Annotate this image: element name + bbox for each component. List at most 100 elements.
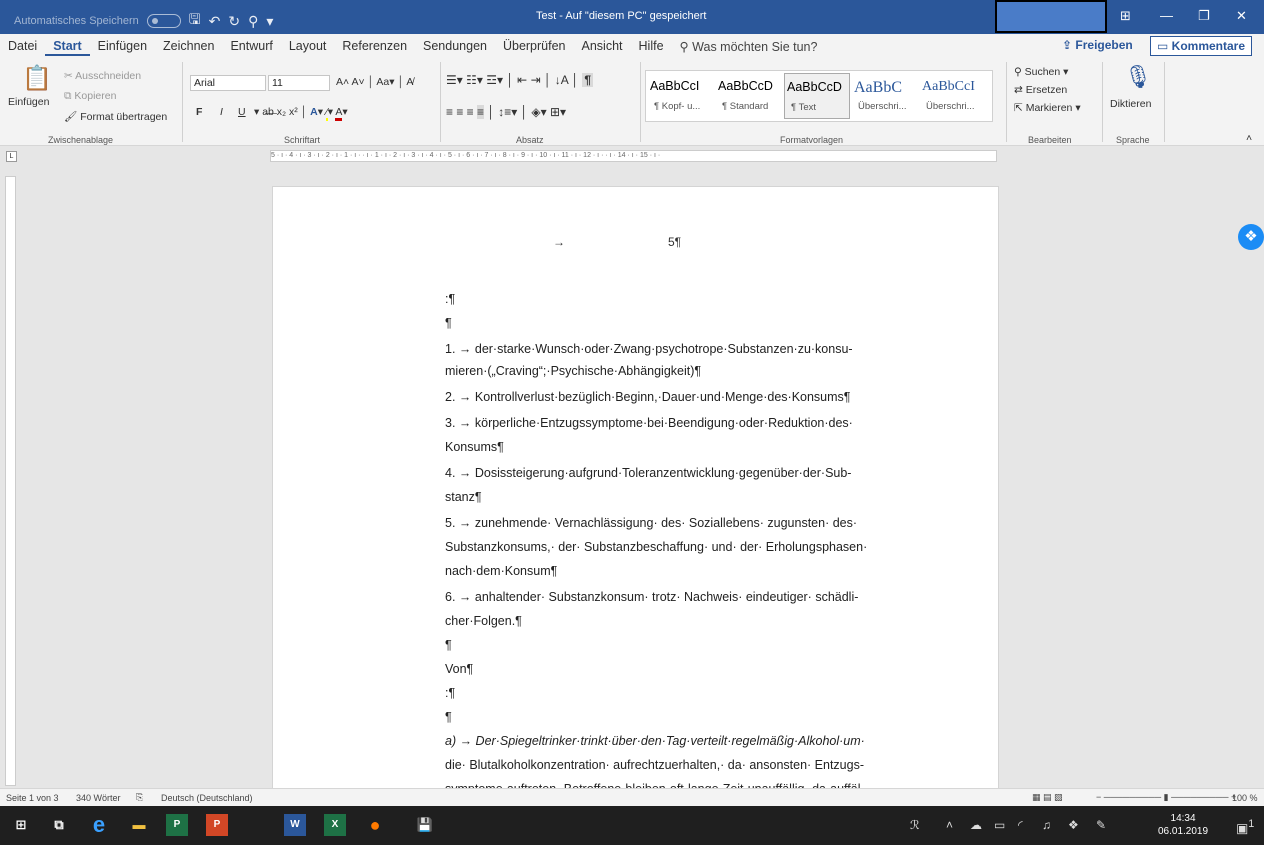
document-page[interactable]: → 5¶ :¶ ¶ 1. → der·starke·Wunsch·oder·Zw…: [272, 186, 999, 788]
dictate-button[interactable]: Diktieren: [1110, 98, 1151, 110]
pen-icon[interactable]: ✎: [1096, 818, 1106, 832]
replace-button[interactable]: ⇄ Ersetzen: [1014, 84, 1067, 96]
language-indicator[interactable]: Deutsch (Deutschland): [161, 793, 253, 803]
paragraph-line[interactable]: 4. → Dosissteigerung·aufgrund·Toleranzen…: [445, 461, 905, 485]
tab-hilfe[interactable]: Hilfe: [631, 39, 672, 53]
tab-referenzen[interactable]: Referenzen: [334, 39, 415, 53]
file-explorer-icon[interactable]: ▬: [128, 814, 150, 836]
zoom-level[interactable]: 100 %: [1232, 793, 1258, 803]
restore-icon[interactable]: ❐: [1198, 8, 1210, 24]
paragraph-line[interactable]: 3. → körperliche·Entzugssymptome·bei·Bee…: [445, 411, 905, 435]
copy-button[interactable]: ⧉ Kopieren: [64, 90, 116, 103]
underline-button[interactable]: U: [238, 106, 246, 118]
paragraph-line[interactable]: mieren·(„Craving“;·Psychische·Abhängigke…: [445, 359, 905, 383]
word-icon[interactable]: W: [284, 814, 306, 836]
task-view-icon[interactable]: ⧉: [48, 814, 70, 836]
tray-chevron-icon[interactable]: ˄: [946, 818, 953, 832]
wifi-icon[interactable]: ◜: [1018, 818, 1023, 832]
floppy-app-icon[interactable]: 💾: [414, 814, 436, 836]
paragraph-line[interactable]: 2. → Kontrollverlust·bezüglich·Beginn,·D…: [445, 385, 905, 409]
dropbox-tray-icon[interactable]: ❖: [1068, 818, 1079, 832]
battery-icon[interactable]: ▭: [994, 818, 1005, 832]
style-heading2[interactable]: AaBbCcI Überschri...: [920, 73, 986, 119]
comments-button[interactable]: ▭ Kommentare: [1150, 36, 1253, 56]
paragraph-line[interactable]: cher·Folgen.¶: [445, 609, 905, 633]
font-name-select[interactable]: Arial: [190, 75, 266, 91]
project-icon[interactable]: P: [166, 814, 188, 836]
ruler-scale[interactable]: 5 · ı · 4 · ı · 3 · ı · 2 · ı · 1 · ı · …: [270, 150, 997, 162]
volume-icon[interactable]: ♫: [1042, 818, 1051, 832]
paragraph-line[interactable]: a) → Der·Spiegeltrinker·trinkt·über·den·…: [445, 729, 905, 753]
style-standard[interactable]: AaBbCcD ¶ Standard: [716, 73, 782, 119]
format-painter-button[interactable]: 🖌 Format übertragen: [64, 110, 167, 123]
redo-icon[interactable]: ↻: [228, 13, 240, 30]
paragraph-line[interactable]: Von¶: [445, 657, 905, 681]
people-icon[interactable]: ℛ: [910, 818, 920, 832]
style-text[interactable]: AaBbCcD ¶ Text: [784, 73, 850, 119]
account-box[interactable]: [995, 0, 1107, 33]
excel-icon[interactable]: X: [324, 814, 346, 836]
alignment-buttons[interactable]: ≡ ≡ ≡ ≡ │ ↕≡▾ │ ◈▾ ⊞▾: [446, 105, 566, 119]
select-button[interactable]: ⇱ Markieren ▾: [1014, 102, 1081, 114]
microphone-icon[interactable]: 🎙: [1124, 64, 1152, 90]
paragraph-line[interactable]: 5. → zunehmende· Vernachlässigung· des· …: [445, 511, 905, 535]
minimize-icon[interactable]: —: [1160, 8, 1173, 23]
paragraph-line[interactable]: ¶: [445, 311, 905, 335]
paragraph-line[interactable]: ¶: [445, 633, 905, 657]
font-size-select[interactable]: 11: [268, 75, 330, 91]
paragraph-line[interactable]: :¶: [445, 287, 905, 311]
tab-sendungen[interactable]: Sendungen: [415, 39, 495, 53]
taskbar-clock[interactable]: 14:34 06.01.2019: [1158, 812, 1208, 838]
firefox-icon[interactable]: ●: [364, 814, 386, 836]
paragraph-line[interactable]: :¶: [445, 681, 905, 705]
zoom-slider[interactable]: − ───────── ▮ ───────── +: [1096, 792, 1236, 803]
tab-datei[interactable]: Datei: [0, 39, 45, 53]
view-buttons[interactable]: ▦ ▤ ▧: [1032, 792, 1063, 803]
italic-button[interactable]: I: [220, 106, 223, 118]
search-button[interactable]: ⚲ Suchen ▾: [1014, 66, 1068, 78]
tab-zeichnen[interactable]: Zeichnen: [155, 39, 222, 53]
bold-button[interactable]: F: [196, 106, 202, 118]
paragraph-line[interactable]: Substanzkonsums,· der· Substanzbeschaffu…: [445, 535, 905, 559]
collapse-ribbon-icon[interactable]: ˄: [1246, 132, 1252, 144]
paragraph-line[interactable]: ¶: [445, 705, 905, 729]
tab-ueberpruefen[interactable]: Überprüfen: [495, 39, 574, 53]
tab-selector[interactable]: L: [6, 151, 17, 162]
paste-icon[interactable]: 📋: [22, 64, 52, 93]
style-heading1[interactable]: AaBbC Überschri...: [852, 73, 918, 119]
cloud-icon[interactable]: ☁: [970, 818, 982, 832]
autosave-toggle[interactable]: [146, 14, 181, 28]
word-count[interactable]: 340 Wörter: [76, 793, 121, 803]
windows-start-icon[interactable]: ⊞: [10, 814, 32, 836]
powerpoint-icon[interactable]: P: [206, 814, 228, 836]
notification-center-icon[interactable]: ▣1: [1236, 818, 1254, 836]
paste-button[interactable]: Einfügen: [8, 96, 49, 108]
tab-layout[interactable]: Layout: [281, 39, 335, 53]
font-size-buttons[interactable]: A˄ A˅ │ Aa▾ │ A̸: [336, 76, 413, 88]
style-kopf[interactable]: AaBbCcI ¶ Kopf- u...: [648, 73, 714, 119]
tell-me-search[interactable]: ⚲ Was möchten Sie tun?: [672, 39, 826, 54]
tab-start[interactable]: Start: [45, 36, 90, 56]
close-icon[interactable]: ✕: [1236, 8, 1247, 24]
paragraph-line[interactable]: Konsums¶: [445, 435, 905, 459]
share-button[interactable]: ⇪ Freigeben: [1062, 38, 1133, 52]
page-count[interactable]: Seite 1 von 3: [6, 793, 59, 803]
save-icon[interactable]: 🖫: [189, 9, 201, 33]
paragraph-line[interactable]: 6. → anhaltender· Substanzkonsum· trotz·…: [445, 585, 905, 609]
dropbox-icon[interactable]: ❖: [1238, 224, 1264, 250]
proofing-icon[interactable]: ⎘: [136, 792, 143, 803]
paragraph-line[interactable]: symptome·auftreten.·Betroffene·bleiben·o…: [445, 777, 905, 788]
paragraph-line[interactable]: nach·dem·Konsum¶: [445, 559, 905, 583]
edge-icon[interactable]: e: [88, 814, 110, 836]
tab-entwurf[interactable]: Entwurf: [222, 39, 280, 53]
paragraph-line[interactable]: stanz¶: [445, 485, 905, 509]
cut-button[interactable]: ✂ Ausschneiden: [64, 70, 141, 82]
format-icon[interactable]: ⚲: [248, 13, 258, 30]
font-effect-buttons[interactable]: ▾ a̶b̶ x₂ x² │ A▾ ⁄▾ A▾: [254, 106, 348, 121]
list-buttons[interactable]: ☰▾ ☷▾ ☲▾ │ ⇤ ⇥ │ ↓A │ ¶: [446, 73, 593, 87]
customize-quick-access-icon[interactable]: ▾: [266, 13, 273, 30]
paragraph-line[interactable]: 1. → der·starke·Wunsch·oder·Zwang·psycho…: [445, 337, 905, 361]
ribbon-display-options-icon[interactable]: ⊞: [1120, 8, 1131, 24]
undo-icon[interactable]: ↶: [209, 13, 221, 30]
tab-ansicht[interactable]: Ansicht: [574, 39, 631, 53]
